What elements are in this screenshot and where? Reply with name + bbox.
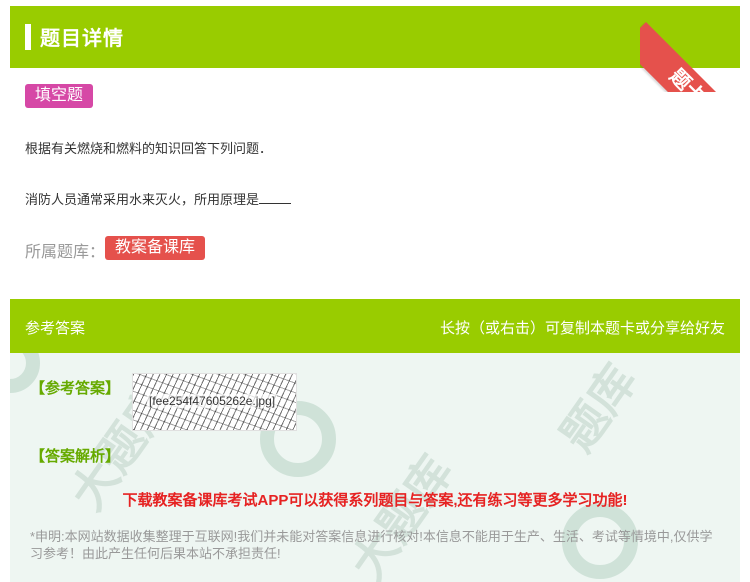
watermark-logo: 题库 [550,355,647,461]
ribbon-label: 题卡 [640,22,750,92]
question-type-badge: 填空题 [25,84,94,108]
header-accent-bar [25,24,31,50]
sub-question: 消防人员通常采用水来灭火，所用原理是 [25,189,292,208]
app-download-promo-link[interactable]: 下载教案备课库考试APP可以获得系列题目与答案,还有练习等更多学习功能! [10,489,740,510]
sub-question-text: 消防人员通常采用水来灭火，所用原理是 [25,192,260,207]
explanation-label: 【答案解析】 [30,448,121,465]
question-area: 填空题 根据有关燃烧和燃料的知识回答下列问题． 消防人员通常采用水来灭火，所用原… [10,68,740,296]
answer-section-body: 大题库 大题库 题库 【参考答案】 [fee254f47605262e.jpg]… [10,353,740,582]
answer-blank [259,192,292,204]
page-title: 题目详情 [40,28,124,50]
disclaimer-text: *申明:本网站数据收集整理于互联网!我们并未能对答案信息进行核对!本信息不能用于… [30,529,713,561]
card-header: 题目详情 [10,6,740,68]
question-stem: 根据有关燃烧和燃料的知识回答下列问题． [25,141,273,156]
corner-ribbon: 题卡 [640,0,750,92]
answer-section-title: 参考答案 [25,320,86,337]
answer-image: [fee254f47605262e.jpg] [132,373,297,431]
share-hint: 长按（或右击）可复制本题卡或分享给好友 [439,320,725,337]
answer-section-header: 参考答案 长按（或右击）可复制本题卡或分享给好友 [10,299,740,353]
answer-label: 【参考答案】 [30,380,121,397]
answer-image-filename: [fee254f47605262e.jpg] [147,394,278,408]
library-label: 所属题库： [25,244,106,261]
library-tag-link[interactable]: 教案备课库 [105,236,206,260]
